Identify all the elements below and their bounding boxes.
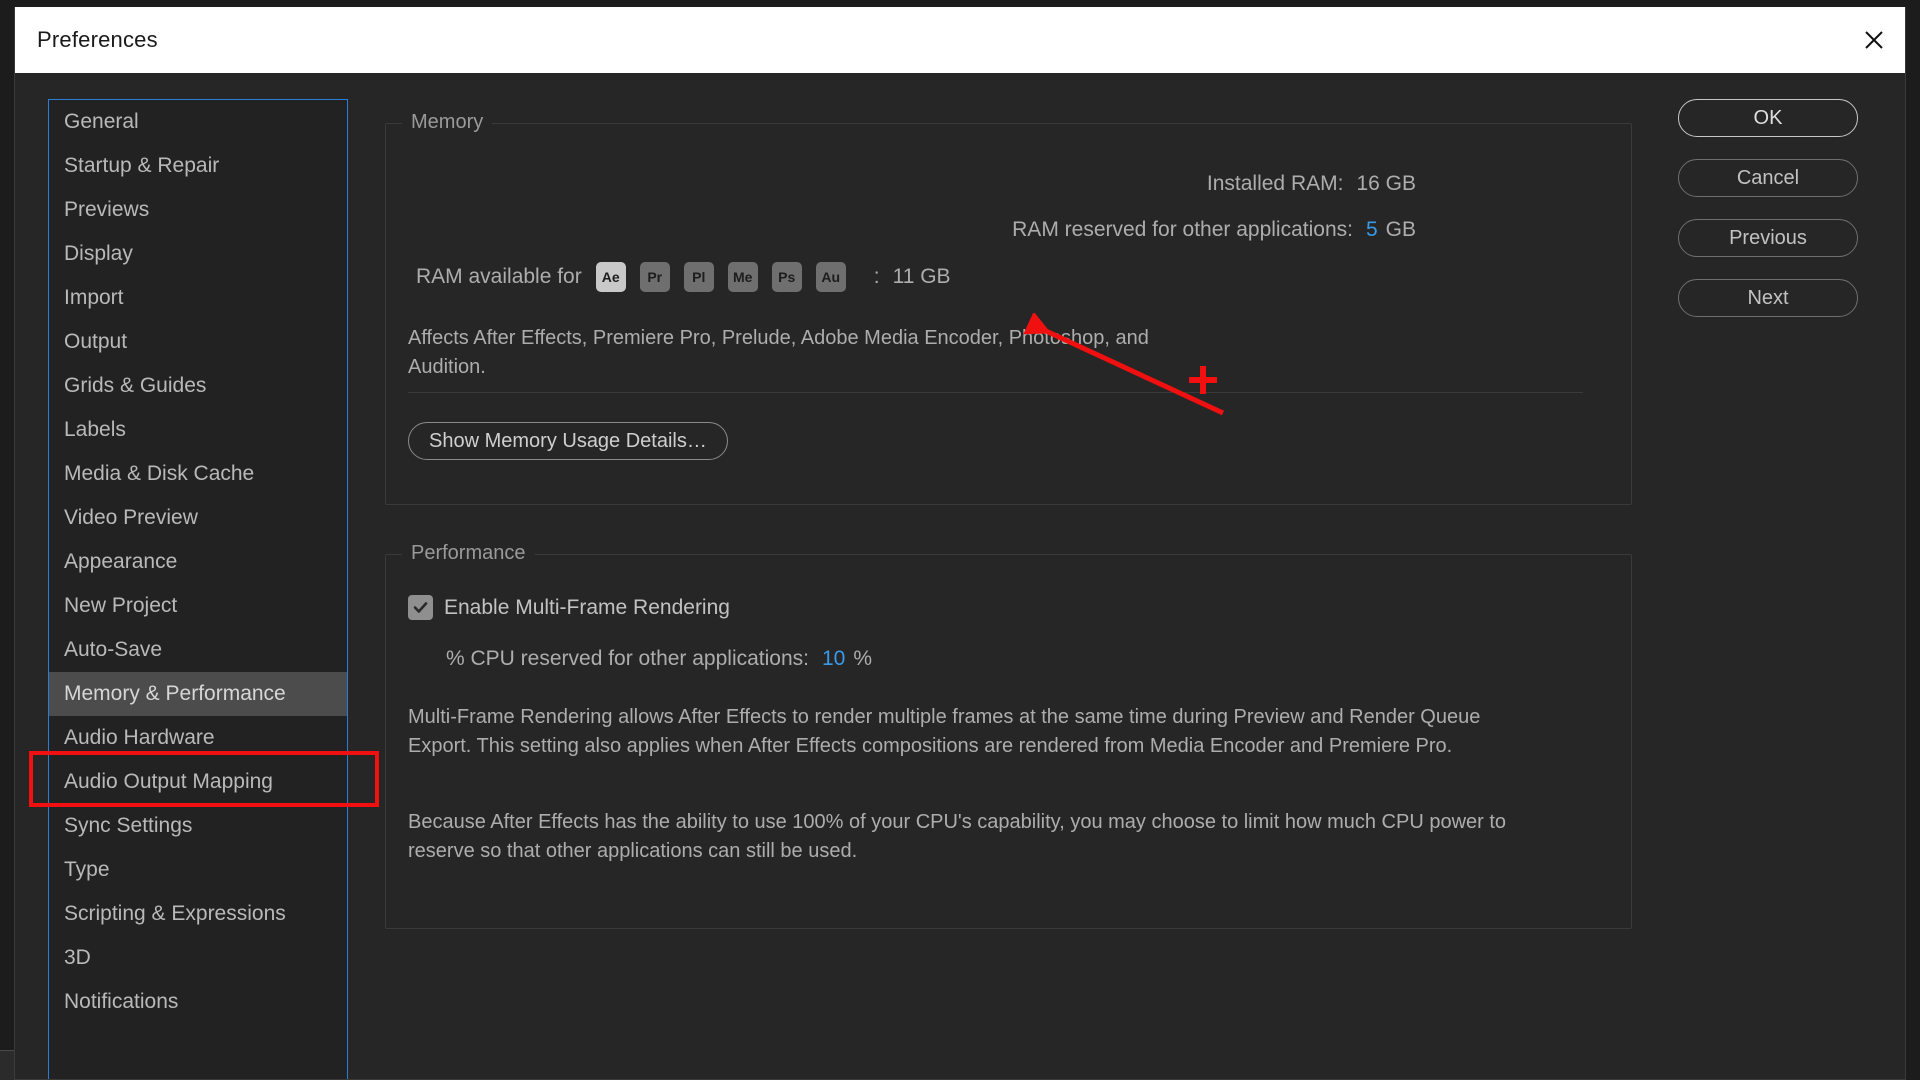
sidebar-item-sync-settings[interactable]: Sync Settings xyxy=(49,804,347,848)
sidebar-item-label: Memory & Performance xyxy=(64,682,286,705)
sidebar-item-label: Labels xyxy=(64,418,126,441)
dialog-body: General Startup & Repair Previews Display Im… xyxy=(15,73,1905,1079)
sidebar-item-appearance[interactable]: Appearance xyxy=(49,540,347,584)
photoshop-icon[interactable]: Ps xyxy=(771,262,802,292)
multi-frame-rendering-label: Enable Multi-Frame Rendering xyxy=(444,595,730,619)
sidebar-item-previews[interactable]: Previews xyxy=(49,188,347,232)
sidebar-item-labels[interactable]: Labels xyxy=(49,408,347,452)
performance-description-1: Multi-Frame Rendering allows After Effec… xyxy=(408,706,1481,757)
close-icon[interactable] xyxy=(1841,7,1905,73)
sidebar-item-output[interactable]: Output xyxy=(49,320,347,364)
next-button[interactable]: Next xyxy=(1678,279,1858,317)
sidebar-item-label: Previews xyxy=(64,198,150,221)
installed-ram-label: Installed RAM: xyxy=(1206,172,1344,195)
show-memory-usage-button[interactable]: Show Memory Usage Details… xyxy=(408,422,728,460)
performance-group-title: Performance xyxy=(402,542,535,565)
audition-icon[interactable]: Au xyxy=(815,262,846,292)
affects-description: Affects After Effects, Premiere Pro, Pre… xyxy=(408,327,1149,378)
sidebar-item-grids-guides[interactable]: Grids & Guides xyxy=(49,364,347,408)
enable-multi-frame-rendering-checkbox[interactable]: Enable Multi-Frame Rendering xyxy=(408,595,730,620)
prelude-icon[interactable]: Pl xyxy=(683,262,714,292)
sidebar-item-label: Import xyxy=(64,286,124,309)
sidebar-item-label: Scripting & Expressions xyxy=(64,902,286,925)
reserved-ram-unit: GB xyxy=(1385,218,1416,241)
dialog-title-bar: Preferences xyxy=(15,7,1905,73)
preferences-content-panel: Memory Installed RAM: 16 GB RAM reserved… xyxy=(385,99,1655,1059)
sidebar-item-label: New Project xyxy=(64,594,178,617)
cpu-reserved-row: % CPU reserved for other applications: 1… xyxy=(446,647,872,671)
sidebar-item-startup-repair[interactable]: Startup & Repair xyxy=(49,144,347,188)
reserved-ram-row: RAM reserved for other applications: 5 G… xyxy=(386,218,1416,242)
desktop-background: Preferences General Startup & Repair Previ… xyxy=(0,0,1920,1080)
premiere-pro-icon[interactable]: Pr xyxy=(639,262,670,292)
sidebar-item-label: Notifications xyxy=(64,990,179,1013)
sidebar-item-audio-hardware[interactable]: Audio Hardware xyxy=(49,716,347,760)
sidebar-item-label: Appearance xyxy=(64,550,178,573)
sidebar-item-notifications[interactable]: Notifications xyxy=(49,980,347,1024)
cancel-button[interactable]: Cancel xyxy=(1678,159,1858,197)
previous-button[interactable]: Previous xyxy=(1678,219,1858,257)
cpu-reserved-input[interactable]: 10 xyxy=(822,647,845,671)
sidebar-item-new-project[interactable]: New Project xyxy=(49,584,347,628)
app-icon-list: Ae Pr Pl Me Ps Au xyxy=(595,262,860,292)
sidebar-item-import[interactable]: Import xyxy=(49,276,347,320)
sidebar-item-general[interactable]: General xyxy=(49,100,347,144)
sidebar-item-auto-save[interactable]: Auto-Save xyxy=(49,628,347,672)
sidebar-item-label: 3D xyxy=(64,946,91,969)
media-encoder-icon[interactable]: Me xyxy=(727,262,758,292)
cpu-reserved-unit: % xyxy=(853,647,873,670)
sidebar-item-3d[interactable]: 3D xyxy=(49,936,347,980)
cpu-reserved-label: % CPU reserved for other applications: xyxy=(446,647,809,670)
reserved-ram-input[interactable]: 5 xyxy=(1366,218,1378,242)
window-edge-stub xyxy=(0,1050,14,1080)
sidebar-item-label: Startup & Repair xyxy=(64,154,220,177)
available-ram-separator: : xyxy=(873,265,880,288)
memory-divider xyxy=(408,392,1583,393)
available-ram-label: RAM available for xyxy=(416,265,582,288)
performance-group: Performance Enable Multi-Frame Rendering… xyxy=(385,542,1632,929)
ok-button[interactable]: OK xyxy=(1678,99,1858,137)
sidebar-item-label: Sync Settings xyxy=(64,814,193,837)
memory-group: Memory Installed RAM: 16 GB RAM reserved… xyxy=(385,111,1632,505)
preferences-category-list[interactable]: General Startup & Repair Previews Display Im… xyxy=(48,99,348,1079)
sidebar-item-scripting-expressions[interactable]: Scripting & Expressions xyxy=(49,892,347,936)
installed-ram-value: 16 GB xyxy=(1356,172,1416,195)
page-title: Preferences xyxy=(37,27,158,52)
after-effects-icon[interactable]: Ae xyxy=(595,262,626,292)
performance-description-2: Because After Effects has the ability to… xyxy=(408,811,1507,862)
available-ram-value: 11 GB xyxy=(892,265,951,288)
sidebar-item-display[interactable]: Display xyxy=(49,232,347,276)
sidebar-item-type[interactable]: Type xyxy=(49,848,347,892)
sidebar-item-label: Audio Output Mapping xyxy=(64,770,273,793)
available-ram-row: RAM available for Ae Pr Pl Me Ps Au : 11 GB xyxy=(416,262,951,292)
memory-group-title: Memory xyxy=(402,111,493,134)
sidebar-item-label: Media & Disk Cache xyxy=(64,462,255,485)
sidebar-item-label: Grids & Guides xyxy=(64,374,207,397)
sidebar-item-label: Type xyxy=(64,858,110,881)
sidebar-item-memory-performance[interactable]: Memory & Performance xyxy=(49,672,347,716)
sidebar-item-label: Display xyxy=(64,242,133,265)
checkmark-icon xyxy=(408,595,433,620)
sidebar-item-media-disk-cache[interactable]: Media & Disk Cache xyxy=(49,452,347,496)
sidebar-item-audio-output-mapping[interactable]: Audio Output Mapping xyxy=(49,760,347,804)
sidebar-item-label: Output xyxy=(64,330,128,353)
preferences-dialog: Preferences General Startup & Repair Previ… xyxy=(14,7,1906,1080)
sidebar-item-video-preview[interactable]: Video Preview xyxy=(49,496,347,540)
sidebar-item-label: Video Preview xyxy=(64,506,198,529)
sidebar-item-label: Auto-Save xyxy=(64,638,163,661)
sidebar-item-label: General xyxy=(64,110,139,133)
installed-ram-row: Installed RAM: 16 GB xyxy=(386,172,1416,196)
reserved-ram-label: RAM reserved for other applications: xyxy=(1012,218,1353,241)
sidebar-item-label: Audio Hardware xyxy=(64,726,215,749)
dialog-button-column: OK Cancel Previous Next xyxy=(1678,99,1858,339)
